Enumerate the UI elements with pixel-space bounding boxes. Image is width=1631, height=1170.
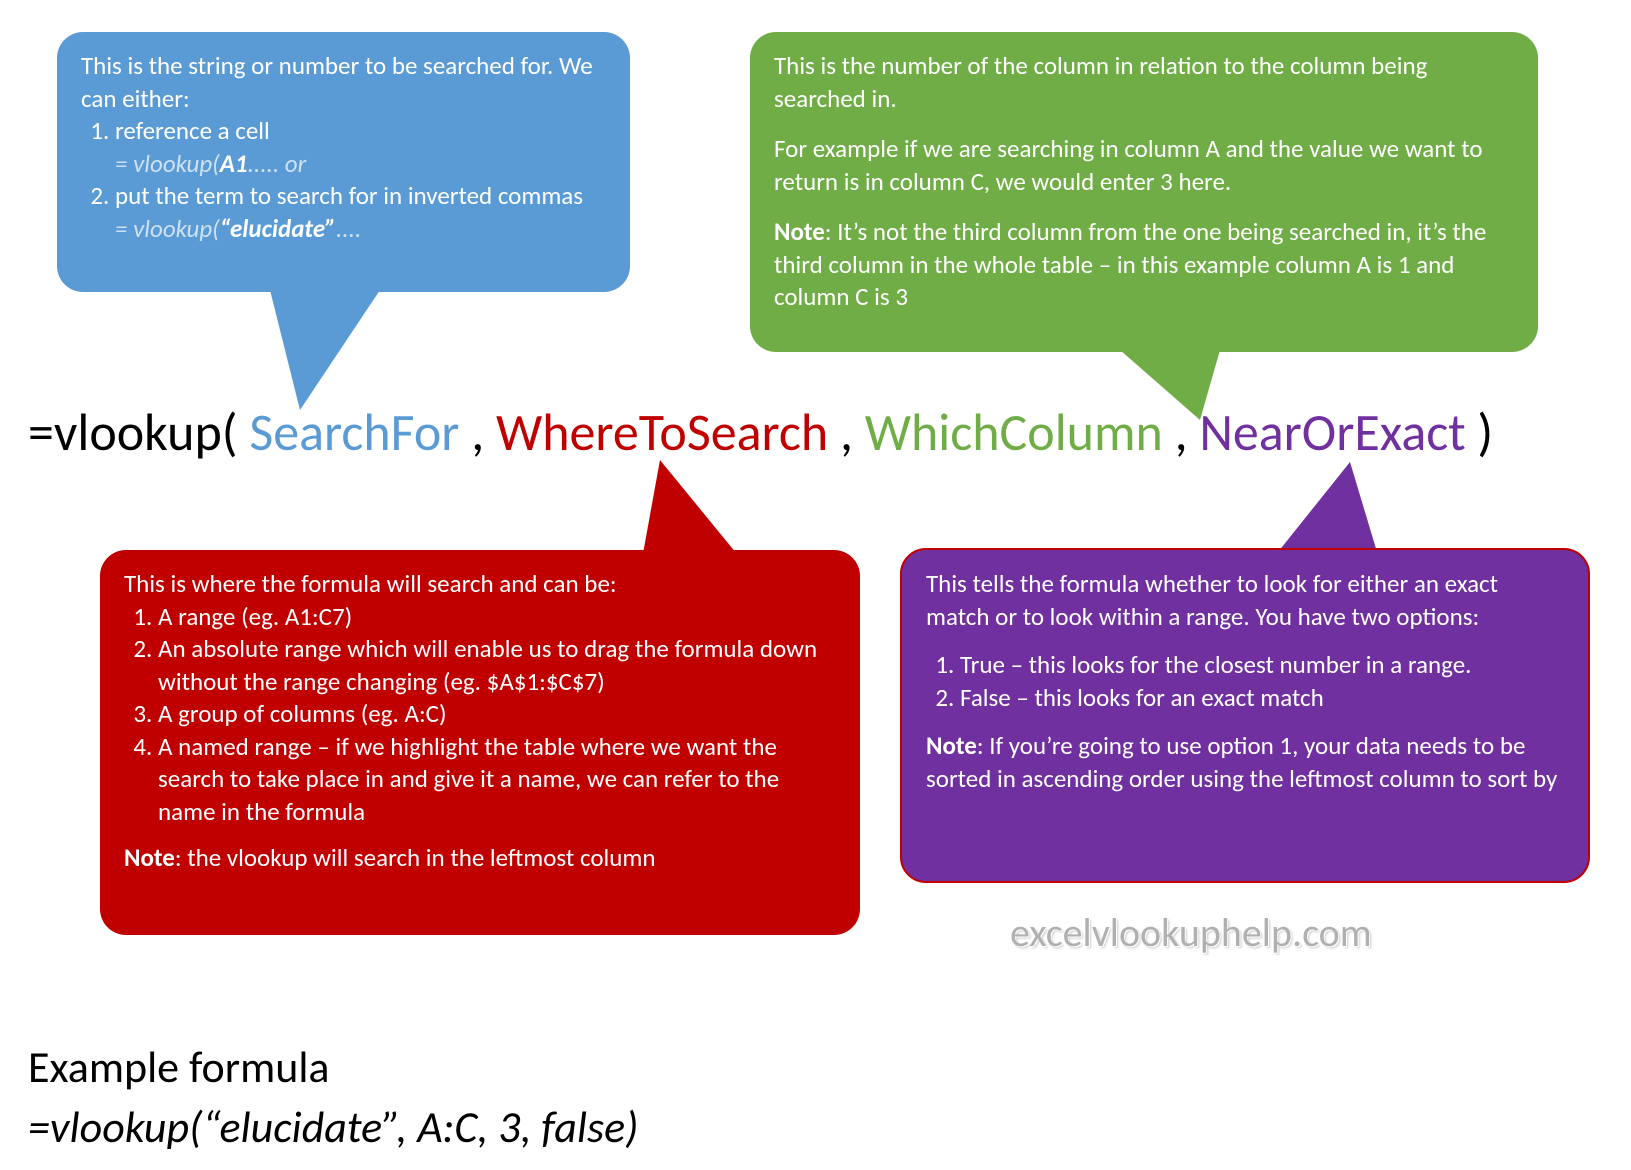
callout-list-item: reference a cell	[115, 115, 606, 148]
code-fragment: = vlookup(	[115, 148, 220, 179]
formula-separator: ,	[1175, 400, 1188, 464]
formula-arg-whichcolumn: WhichColumn	[865, 400, 1163, 464]
formula-arg-searchfor: SearchFor	[249, 400, 459, 464]
code-fragment: “elucidate”	[220, 213, 336, 244]
spacer	[774, 198, 1514, 216]
callout-code: = vlookup(“elucidate”....	[115, 213, 606, 246]
callout-text: Note: If you’re going to use option 1, y…	[926, 730, 1564, 795]
callout-text: This is where the formula will search an…	[124, 568, 836, 601]
note-label: Note	[774, 216, 825, 247]
callout-list: reference a cell	[81, 115, 606, 148]
formula-arg-nearorexact: NearOrExact	[1199, 400, 1465, 464]
callout-text: This is the string or number to be searc…	[81, 50, 606, 115]
callout-list-item: A group of columns (eg. A:C)	[158, 698, 836, 731]
callout-text: Note: the vlookup will search in the lef…	[124, 842, 836, 875]
spacer	[124, 828, 836, 842]
callout-list: True – this looks for the closest number…	[926, 649, 1564, 714]
formula-separator: ,	[840, 400, 853, 464]
callout-text: This tells the formula whether to look f…	[926, 568, 1564, 633]
note-text: : It’s not the third column from the one…	[774, 216, 1486, 312]
callout-tail	[270, 290, 380, 410]
callout-list-item: A range (eg. A1:C7)	[158, 601, 836, 634]
example-title: Example formula	[28, 1040, 330, 1094]
note-label: Note	[926, 730, 977, 761]
callout-nearorexact: This tells the formula whether to look f…	[900, 548, 1590, 883]
callout-list-item: An absolute range which will enable us t…	[158, 633, 836, 698]
callout-list-item: False – this looks for an exact match	[960, 682, 1564, 715]
formula-suffix: )	[1477, 400, 1493, 464]
callout-list-item: True – this looks for the closest number…	[960, 649, 1564, 682]
callout-wheretosearch: This is where the formula will search an…	[100, 550, 860, 935]
formula-arg-wheretosearch: WhereToSearch	[496, 400, 828, 464]
formula-syntax: =vlookup( SearchFor , WhereToSearch , Wh…	[28, 400, 1493, 464]
watermark: excelvlookuphelp.com	[1010, 908, 1372, 957]
spacer	[926, 714, 1564, 730]
callout-list-item: A named range – if we highlight the tabl…	[158, 731, 836, 829]
diagram-canvas: This is the string or number to be searc…	[0, 0, 1631, 1170]
callout-tail	[1270, 462, 1380, 562]
callout-text: For example if we are searching in colum…	[774, 133, 1514, 198]
callout-list: A range (eg. A1:C7) An absolute range wh…	[124, 601, 836, 829]
callout-text: Note: It’s not the third column from the…	[774, 216, 1514, 314]
spacer	[926, 633, 1564, 649]
note-label: Note	[124, 842, 175, 873]
spacer	[774, 115, 1514, 133]
formula-separator: ,	[471, 400, 484, 464]
callout-whichcolumn: This is the number of the column in rela…	[750, 32, 1538, 352]
formula-prefix: =vlookup(	[28, 400, 238, 464]
callout-code: = vlookup(A1..... or	[115, 148, 606, 181]
code-fragment: = vlookup(	[115, 213, 220, 244]
callout-searchfor: This is the string or number to be searc…	[57, 32, 630, 292]
callout-list: put the term to search for in inverted c…	[81, 180, 606, 213]
code-fragment: ....	[336, 213, 361, 244]
callout-list-item: put the term to search for in inverted c…	[115, 180, 606, 213]
note-text: : the vlookup will search in the leftmos…	[175, 842, 656, 873]
code-fragment: A1	[220, 148, 248, 179]
code-fragment: ..... or	[248, 148, 307, 179]
callout-text: This is the number of the column in rela…	[774, 50, 1514, 115]
note-text: : If you’re going to use option 1, your …	[926, 730, 1557, 794]
example-formula: =vlookup(“elucidate”, A:C, 3, false)	[28, 1100, 638, 1154]
